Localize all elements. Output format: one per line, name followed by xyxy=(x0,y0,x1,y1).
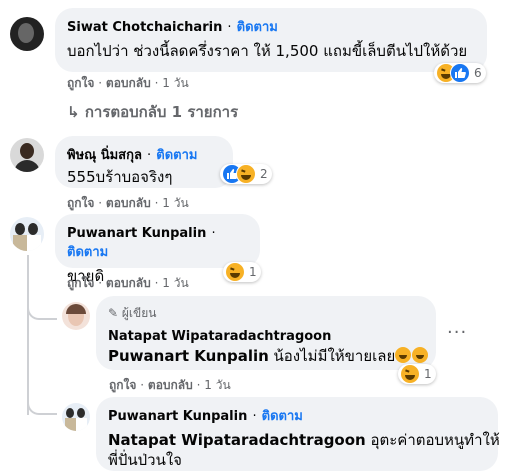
avatar[interactable] xyxy=(10,138,44,172)
reaction-count[interactable]: 6 xyxy=(434,63,486,83)
reply-bubble: ✎ ผู้เขียน Natapat Wipataradachtragoon P… xyxy=(96,296,436,370)
author-badge: ผู้เขียน xyxy=(121,306,157,320)
comment-text: Natapat Wipataradachtragoon อุตะค่าตอบหน… xyxy=(108,431,500,449)
like-button[interactable]: ถูกใจ xyxy=(67,196,94,210)
tagged-user-link[interactable]: Natapat Wipataradachtragoon xyxy=(108,431,366,449)
comment-author[interactable]: Natapat Wipataradachtragoon xyxy=(108,329,331,344)
comment-bubble: Puwanart Kunpalin · ติดตาม ขายดิ xyxy=(55,214,260,285)
follow-button[interactable]: ติดตาม xyxy=(156,148,197,163)
timestamp[interactable]: 1 วัน xyxy=(162,276,188,290)
comment-author[interactable]: Puwanart Kunpalin xyxy=(108,409,247,424)
comment-actions: ถูกใจ · ตอบกลับ · 1 วัน xyxy=(67,276,189,290)
like-icon xyxy=(450,63,470,83)
timestamp[interactable]: 1 วัน xyxy=(204,378,230,392)
reaction-count[interactable]: 1 xyxy=(223,262,261,282)
follow-button[interactable]: ติดตาม xyxy=(262,409,303,424)
thread-branch xyxy=(27,395,57,415)
reply-button[interactable]: ตอบกลับ xyxy=(106,276,151,290)
timestamp[interactable]: 1 วัน xyxy=(162,196,188,210)
avatar[interactable] xyxy=(10,17,44,51)
comment-text-continued: พี่ปั่นป่วนใจ xyxy=(108,451,182,469)
like-button[interactable]: ถูกใจ xyxy=(67,276,94,290)
comment-actions: ถูกใจ · ตอบกลับ · 1 วัน xyxy=(67,76,189,90)
comment-actions: ถูกใจ · ตอบกลับ · 1 วัน xyxy=(67,196,189,210)
reply-button[interactable]: ตอบกลับ xyxy=(106,196,151,210)
comment-bubble: พิษณุ นิ่มสกุล · ติดตาม 555บร้าบอจริงๆ xyxy=(55,136,233,188)
reaction-count[interactable]: 2 xyxy=(220,164,272,184)
reaction-count[interactable]: 1 xyxy=(398,364,436,384)
reply-arrow-icon: ↳ xyxy=(67,103,80,121)
like-button[interactable]: ถูกใจ xyxy=(67,76,94,90)
comment-bubble: Siwat Chotchaicharin · ติดตาม บอกไปว่า ช… xyxy=(55,8,487,72)
rofl-emoji-icon xyxy=(412,347,429,363)
comment-text: 555บร้าบอจริงๆ xyxy=(67,168,173,186)
reply-button[interactable]: ตอบกลับ xyxy=(148,378,193,392)
tagged-user-link[interactable]: Puwanart Kunpalin xyxy=(108,347,269,365)
reply-bubble: Puwanart Kunpalin · ติดตาม Natapat Wipat… xyxy=(96,397,500,471)
comment-author[interactable]: Puwanart Kunpalin xyxy=(67,226,206,241)
reply-button[interactable]: ตอบกลับ xyxy=(106,76,151,90)
haha-icon xyxy=(225,262,245,282)
comment-author[interactable]: พิษณุ นิ่มสกุล xyxy=(67,148,142,163)
avatar[interactable] xyxy=(62,403,90,431)
rofl-emoji-icon xyxy=(395,347,412,363)
comment-actions: ถูกใจ · ตอบกลับ · 1 วัน xyxy=(109,378,231,392)
comment-author[interactable]: Siwat Chotchaicharin xyxy=(67,20,222,35)
more-options-button[interactable]: ··· xyxy=(447,322,467,343)
comment-text: Puwanart Kunpalin น้องไม่มีให้ขายเลย xyxy=(108,346,429,366)
follow-button[interactable]: ติดตาม xyxy=(67,245,108,260)
follow-button[interactable]: ติดตาม xyxy=(237,20,278,35)
view-replies-link[interactable]: ↳ การตอบกลับ 1 รายการ xyxy=(67,100,238,124)
like-button[interactable]: ถูกใจ xyxy=(109,378,136,392)
thread-branch xyxy=(27,300,57,320)
haha-icon xyxy=(236,164,256,184)
timestamp[interactable]: 1 วัน xyxy=(162,76,188,90)
pencil-icon: ✎ xyxy=(108,306,119,320)
avatar[interactable] xyxy=(62,302,90,330)
comment-text: บอกไปว่า ช่วงนี้ลดครึ่งราคา ให้ 1,500 แถ… xyxy=(67,42,468,60)
haha-icon xyxy=(400,364,420,384)
avatar[interactable] xyxy=(10,217,44,251)
